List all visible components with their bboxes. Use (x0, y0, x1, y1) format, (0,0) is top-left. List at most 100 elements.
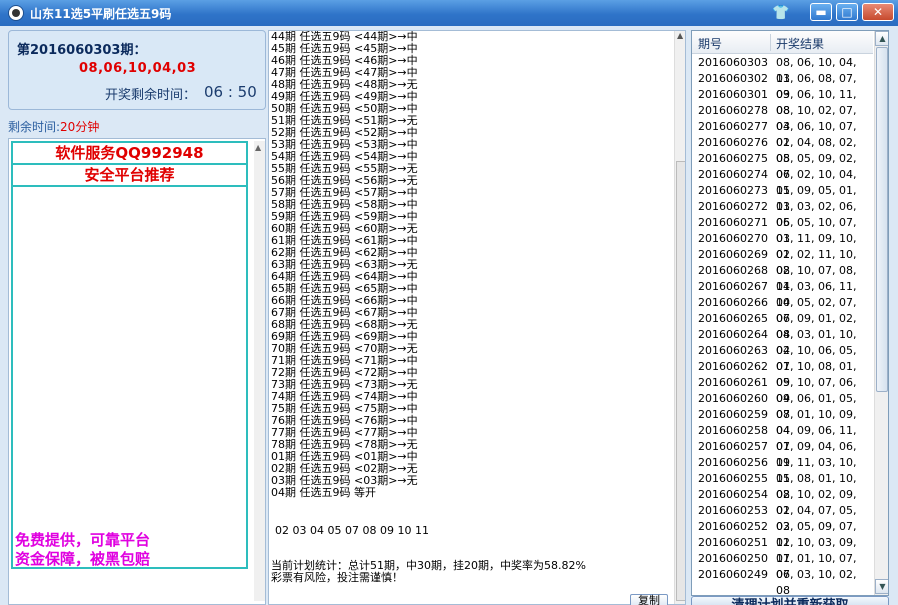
period-cell: 2016060257 (698, 440, 768, 453)
table-header: 期号 开奖结果 (692, 31, 873, 54)
period-cell: 2016060264 (698, 328, 768, 341)
table-row[interactable]: 2016060277 04, 06, 10, 07, 02 (692, 119, 873, 149)
risk-warning: 彩票有风险，投注需谨慎！ (271, 571, 403, 584)
table-row[interactable]: 2016060275 08, 05, 09, 02, 07 (692, 151, 873, 181)
countdown-value: 06 : 50 (204, 83, 257, 101)
period-cell: 2016060270 (698, 232, 768, 245)
period-cell: 2016060268 (698, 264, 768, 277)
app-logo-icon (8, 5, 24, 21)
table-row[interactable]: 2016060278 08, 10, 02, 07, 03 (692, 103, 873, 133)
period-cell: 2016060249 (698, 568, 768, 581)
period-cell: 2016060274 (698, 168, 768, 181)
table-row[interactable]: 2016060249 07, 03, 10, 02, 08 (692, 567, 873, 595)
log-scrollbar[interactable]: ▲ (674, 31, 685, 604)
table-row[interactable]: 2016060252 02, 05, 09, 07, 11 (692, 519, 873, 549)
period-cell: 2016060271 (698, 216, 768, 229)
period-cell: 2016060259 (698, 408, 768, 421)
scroll-down-icon[interactable]: ▼ (875, 579, 888, 594)
period-cell: 2016060266 (698, 296, 768, 309)
table-row[interactable]: 2016060269 01, 02, 11, 10, 08 (692, 247, 873, 277)
period-cell: 2016060263 (698, 344, 768, 357)
title-bar[interactable]: 山东11选5平刷任选五9码 👕 ▬ □ ✕ (0, 0, 898, 26)
table-row[interactable]: 2016060262 07, 10, 08, 01, 09 (692, 359, 873, 389)
maximize-button[interactable]: □ (836, 3, 858, 21)
table-row[interactable]: 2016060261 05, 10, 07, 06, 09 (692, 375, 873, 405)
scroll-up-icon[interactable]: ▲ (677, 31, 683, 40)
period-cell: 2016060261 (698, 376, 768, 389)
table-row[interactable]: 2016060276 01, 04, 08, 02, 05 (692, 135, 873, 165)
log-line: 04期 任选五9码 等开 (271, 486, 376, 499)
log-lines: 44期 任选五9码 <44期>→中 45期 任选五9码 <45期>→中 46期 任选… (271, 31, 671, 499)
result-cell: 07, 03, 10, 02, 08 (776, 568, 857, 596)
ad-scrollbar[interactable]: ▲ (254, 141, 265, 601)
period-cell: 2016060258 (698, 424, 768, 437)
period-cell: 2016060262 (698, 360, 768, 373)
window-title: 山东11选5平刷任选五9码 (30, 7, 172, 21)
table-row[interactable]: 2016060301 09, 06, 10, 11, 08 (692, 87, 873, 117)
table-row[interactable]: 2016060260 04, 06, 01, 05, 07 (692, 391, 873, 421)
plan-statistics: 当前计划统计：总计51期，中30期，挂20期，中奖率为58.82% 彩票有风险，… (271, 560, 586, 584)
table-rows: 2016060303 08, 06, 10, 04, 03 2016060302 11… (692, 55, 873, 595)
period-cell: 2016060250 (698, 552, 768, 565)
ad-panel: 软件服务QQ992948 安全平台推荐 免费提供，可靠平台 资金保障，被黑包赔 … (8, 138, 266, 605)
remaining-value: 20分钟 (60, 120, 100, 134)
table-row[interactable]: 2016060273 11, 09, 05, 01, 03 (692, 183, 873, 213)
current-period-box: 第2016060303期： 08,06,10,04,03 开奖剩余时间： 06 … (8, 30, 266, 110)
period-cell: 2016060253 (698, 504, 768, 517)
table-scroll-thumb[interactable] (876, 47, 888, 392)
scroll-up-icon[interactable]: ▲ (255, 143, 261, 152)
period-cell: 2016060301 (698, 88, 768, 101)
remaining-label: 剩余时间: (8, 120, 61, 134)
copy-button[interactable]: 复制 (630, 594, 668, 605)
close-button[interactable]: ✕ (862, 3, 894, 21)
ad-service-qq[interactable]: 软件服务QQ992948 (13, 143, 246, 165)
table-row[interactable]: 2016060259 08, 01, 10, 09, 04 (692, 407, 873, 437)
draw-results-table: 期号 开奖结果 2016060303 08, 06, 10, 04, 03 2016… (691, 30, 889, 596)
period-cell: 2016060303 (698, 56, 768, 69)
log-scroll-thumb[interactable] (676, 161, 685, 601)
period-cell: 2016060269 (698, 248, 768, 261)
table-scrollbar[interactable]: ▲ ▼ (874, 31, 888, 595)
table-row[interactable]: 2016060302 11, 06, 08, 07, 03 (692, 71, 873, 101)
table-row[interactable]: 2016060258 04, 09, 06, 11, 01 (692, 423, 873, 453)
period-cell: 2016060278 (698, 104, 768, 117)
column-header-result[interactable]: 开奖结果 (776, 35, 824, 52)
period-cell: 2016060272 (698, 200, 768, 213)
period-cell: 2016060256 (698, 456, 768, 469)
promo-line-1: 免费提供，可靠平台 (15, 531, 151, 549)
period-cell: 2016060260 (698, 392, 768, 405)
plan-numbers: 02 03 04 05 07 08 09 10 11 (275, 524, 429, 537)
period-cell: 2016060255 (698, 472, 768, 485)
table-row[interactable]: 2016060274 06, 02, 10, 04, 05 (692, 167, 873, 197)
period-cell: 2016060254 (698, 488, 768, 501)
table-row[interactable]: 2016060270 03, 11, 09, 10, 02 (692, 231, 873, 261)
table-row[interactable]: 2016060255 11, 08, 01, 10, 02 (692, 471, 873, 501)
table-row[interactable]: 2016060250 11, 01, 10, 07, 06 (692, 551, 873, 581)
table-row[interactable]: 2016060263 04, 10, 06, 05, 01 (692, 343, 873, 373)
table-row[interactable]: 2016060303 08, 06, 10, 04, 03 (692, 55, 873, 85)
plan-log-panel[interactable]: 44期 任选五9码 <44期>→中 45期 任选五9码 <45期>→中 46期 任选… (268, 30, 686, 605)
table-row[interactable]: 2016060251 02, 10, 03, 09, 07 (692, 535, 873, 565)
ad-platform-recommend[interactable]: 安全平台推荐 (13, 165, 246, 187)
promo-line-2: 资金保障，被黑包赔 (15, 550, 151, 568)
table-row[interactable]: 2016060264 08, 03, 01, 10, 02 (692, 327, 873, 357)
table-row[interactable]: 2016060272 11, 03, 02, 06, 05 (692, 199, 873, 229)
table-row[interactable]: 2016060268 02, 10, 07, 08, 11 (692, 263, 873, 293)
table-row[interactable]: 2016060253 02, 04, 07, 05, 03 (692, 503, 873, 533)
column-separator (770, 34, 771, 51)
table-row[interactable]: 2016060267 04, 03, 06, 11, 10 (692, 279, 873, 309)
shirt-icon[interactable]: 👕 (772, 4, 790, 22)
table-row[interactable]: 2016060257 07, 09, 04, 06, 11 (692, 439, 873, 469)
column-header-period[interactable]: 期号 (698, 35, 722, 52)
table-row[interactable]: 2016060265 07, 09, 01, 02, 04 (692, 311, 873, 341)
table-row[interactable]: 2016060256 09, 11, 03, 10, 05 (692, 455, 873, 485)
period-cell: 2016060265 (698, 312, 768, 325)
table-row[interactable]: 2016060266 04, 05, 02, 07, 06 (692, 295, 873, 325)
clear-plan-refetch-button[interactable]: 清理计划并重新获取 (691, 596, 889, 605)
table-row[interactable]: 2016060254 08, 10, 02, 09, 01 (692, 487, 873, 517)
minimize-button[interactable]: ▬ (810, 3, 832, 21)
table-row[interactable]: 2016060271 06, 05, 10, 07, 01 (692, 215, 873, 245)
scroll-up-icon[interactable]: ▲ (875, 31, 888, 46)
period-cell: 2016060251 (698, 536, 768, 549)
ad-frame: 软件服务QQ992948 安全平台推荐 免费提供，可靠平台 资金保障，被黑包赔 (11, 141, 248, 569)
